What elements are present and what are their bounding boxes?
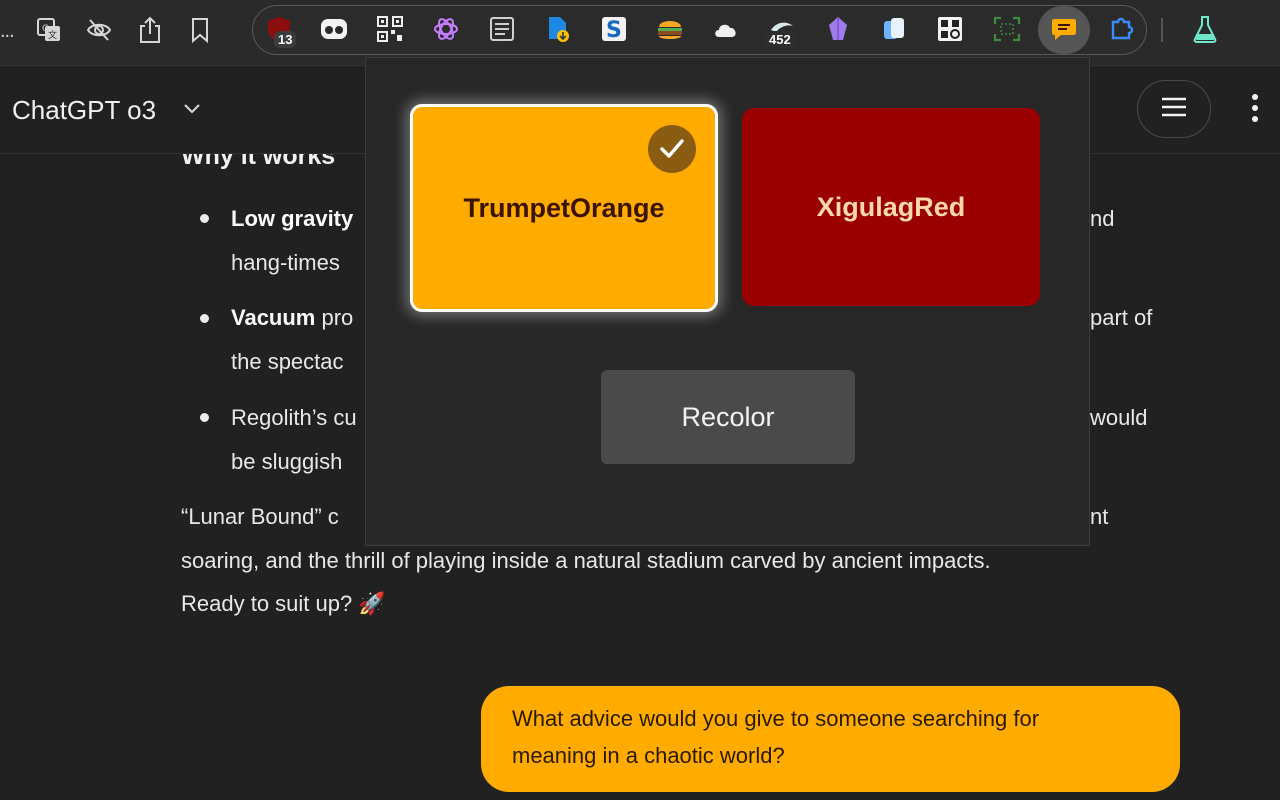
- bullet-text-tail: nd: [1090, 206, 1115, 231]
- copy-icon[interactable]: [880, 15, 908, 43]
- flask-icon[interactable]: [1191, 15, 1219, 43]
- chevron-down-icon[interactable]: [182, 102, 202, 121]
- list-item: Regolith’s cu: [231, 405, 357, 430]
- cloud-icon[interactable]: [712, 15, 740, 43]
- paragraph-line: soaring, and the thrill of playing insid…: [181, 548, 991, 573]
- paragraph-line-tail: nt: [1090, 504, 1109, 529]
- reader-icon[interactable]: [488, 15, 516, 43]
- bullet-marker: [200, 214, 209, 223]
- menu-button[interactable]: [1137, 80, 1211, 138]
- bullet-bold-term: Low gravity: [231, 206, 354, 231]
- color-option-label: XigulagRed: [816, 191, 966, 222]
- bullet-text-line2: be sluggish: [231, 449, 343, 474]
- recolor-button[interactable]: Recolor: [601, 370, 855, 464]
- color-option-xigulag-red[interactable]: XigulagRed: [742, 108, 1040, 306]
- puzzle-icon[interactable]: [1108, 15, 1136, 43]
- qr-code-icon[interactable]: [376, 15, 404, 43]
- checkmark-icon: [648, 125, 696, 173]
- bullet-text-tail: would: [1090, 405, 1148, 430]
- bullet-marker: [200, 413, 209, 422]
- chatgpt-icon[interactable]: [432, 15, 460, 43]
- user-message-bubble: What advice would you give to someone se…: [481, 686, 1180, 792]
- svg-text:文: 文: [48, 29, 57, 41]
- toolbar-separator: [1161, 18, 1163, 42]
- bullet-marker: [200, 314, 209, 323]
- more-vertical-icon: [1251, 93, 1259, 128]
- paragraph-line: “Lunar Bound” c: [181, 504, 339, 529]
- bullet-text-line2: the spectac: [231, 349, 344, 374]
- share-icon[interactable]: [132, 12, 168, 48]
- counter-badge: 452: [765, 31, 795, 48]
- bookmark-icon[interactable]: [182, 12, 218, 48]
- bullet-text-line2: hang-times: [231, 250, 340, 275]
- section-heading: Why it works: [181, 154, 336, 170]
- bullet-text: pro: [315, 305, 354, 330]
- paragraph-line: Ready to suit up? 🚀: [181, 591, 386, 616]
- overflow-indicator: ...: [0, 20, 15, 42]
- translate-icon[interactable]: G文: [31, 12, 67, 48]
- doc-download-icon[interactable]: [544, 15, 572, 43]
- bullet-text-tail: part of: [1090, 305, 1153, 330]
- list-item: Vacuum pro: [231, 305, 353, 331]
- s-icon[interactable]: S: [600, 15, 628, 43]
- more-options-button[interactable]: [1238, 90, 1272, 130]
- ublock-badge: 13: [274, 31, 297, 48]
- list-item: Low gravity: [231, 206, 353, 232]
- recolor-extension-popup: TrumpetOrange XigulagRed Recolor: [365, 57, 1090, 546]
- eye-off-icon[interactable]: [81, 12, 117, 48]
- crystal-icon[interactable]: [824, 15, 852, 43]
- color-option-label: TrumpetOrange: [463, 192, 665, 223]
- svg-text:S: S: [606, 18, 622, 42]
- user-message-line: meaning in a chaotic world?: [512, 743, 785, 768]
- model-selector[interactable]: ChatGPT o3: [12, 95, 156, 126]
- qr-scan-icon[interactable]: [936, 15, 964, 43]
- hamburger-icon: [1160, 96, 1188, 123]
- burger-icon[interactable]: [656, 15, 684, 43]
- bullet-bold-term: Vacuum: [231, 305, 316, 330]
- owl-icon[interactable]: [320, 15, 348, 43]
- screenshot-icon[interactable]: [993, 15, 1021, 43]
- chat-recolor-icon[interactable]: [1050, 15, 1078, 43]
- user-message-line: What advice would you give to someone se…: [512, 706, 1040, 731]
